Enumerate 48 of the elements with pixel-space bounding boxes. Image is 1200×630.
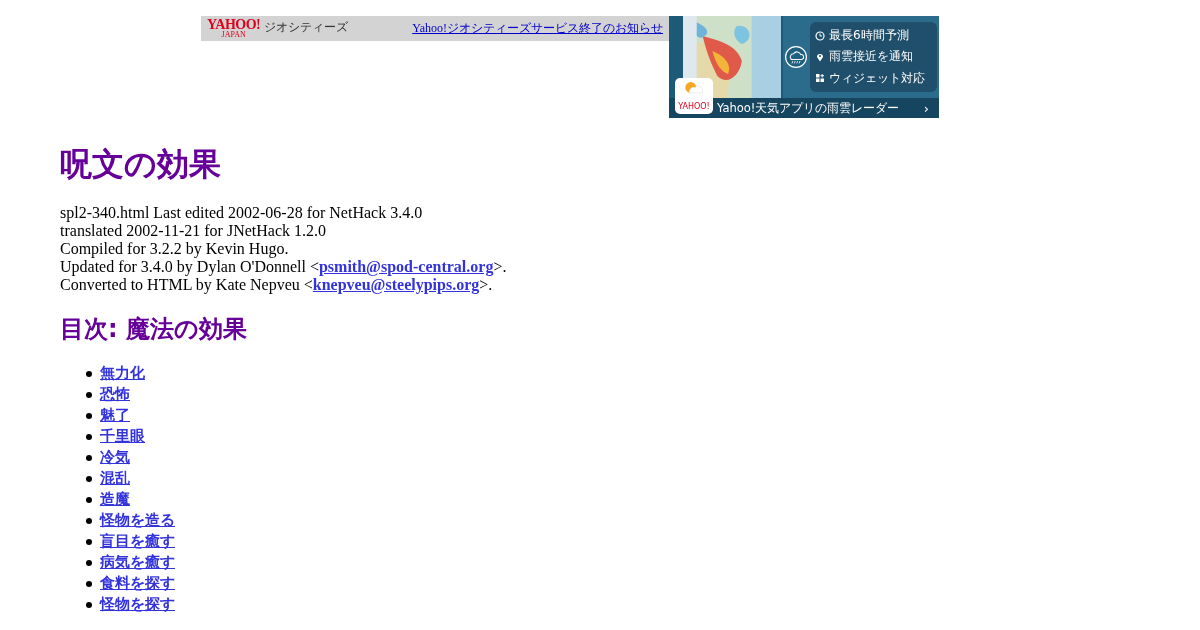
bullet-icon — [86, 559, 92, 566]
bullet-icon — [86, 454, 92, 461]
toc-link[interactable]: 恐怖 — [100, 385, 130, 404]
sun-cloud-icon — [683, 81, 705, 94]
toc-link[interactable]: 冷気 — [100, 448, 130, 467]
credit-line: spl2-340.html Last edited 2002-06-28 for NetHack 3.4.0 — [60, 204, 424, 222]
caption-text: Yahoo!天気アプリの雨雲レーダー — [717, 100, 900, 116]
bullet-icon — [86, 517, 92, 524]
toc-link[interactable]: 食料を探す — [100, 574, 175, 593]
clock-icon — [815, 30, 825, 41]
credit-line: Updated for 3.4.0 by Dylan O'Donnell <psmith@spod-central.org>. — [60, 258, 508, 276]
bullet-icon — [86, 391, 92, 398]
toc-link[interactable]: 怪物を探す — [100, 595, 175, 614]
notice-link[interactable]: Yahoo!ジオシティーズサービス終了のお知らせ — [412, 20, 663, 37]
bullet-icon — [86, 538, 92, 545]
toc-link[interactable]: 混乱 — [100, 469, 130, 488]
rain-cloud-icon — [784, 45, 808, 69]
feature-text: 最長6時間予測 — [829, 27, 909, 45]
yahoo-logo: YAHOO! JAPAN — [207, 18, 261, 39]
bullet-icon — [86, 370, 92, 377]
chevron-icon: › — [923, 100, 929, 116]
bullet-icon — [86, 601, 92, 608]
feature-text: 雨雲接近を通知 — [829, 48, 913, 66]
service-name: ジオシティーズ — [264, 19, 349, 36]
toc-link[interactable]: 盲目を癒す — [100, 532, 175, 551]
bullet-icon — [86, 412, 92, 419]
toc-link[interactable]: 魅了 — [100, 406, 130, 425]
feature-text: ウィジェット対応 — [829, 69, 925, 87]
bullet-icon — [86, 496, 92, 503]
ad-banner[interactable]: 最長6時間予測 雨雲接近を通知 ウィジェット対応 YAHOO! Yahoo!天気アプリの雨雲レーダー › — [669, 16, 939, 118]
page-title: 呪文の効果 — [60, 146, 222, 183]
section-heading: 目次: 魔法の効果 — [60, 315, 248, 343]
email-link[interactable]: psmith@spod-central.org — [318, 258, 494, 275]
bullet-icon — [86, 475, 92, 482]
toc-link[interactable]: 怪物を造る — [100, 511, 175, 530]
toc-link[interactable]: 造魔 — [100, 490, 130, 509]
bullet-icon — [86, 433, 92, 440]
email-link[interactable]: knepveu@steelypips.org — [312, 276, 480, 293]
credit-line: translated 2002-11-21 for JNetHack 1.2.0 — [60, 222, 327, 240]
toc-link[interactable]: 無力化 — [100, 364, 145, 383]
credit-line: Compiled for 3.2.2 by Kevin Hugo. — [60, 240, 290, 258]
pin-icon — [815, 52, 825, 62]
credit-line: Converted to HTML by Kate Nepveu <knepveu@steelypips.org>. — [60, 276, 494, 294]
toc-link[interactable]: 千里眼 — [100, 427, 145, 446]
widget-icon — [815, 73, 825, 84]
bullet-icon — [86, 580, 92, 587]
toc-link[interactable]: 病気を癒す — [100, 553, 175, 572]
app-badge-text: YAHOO! — [678, 103, 710, 111]
